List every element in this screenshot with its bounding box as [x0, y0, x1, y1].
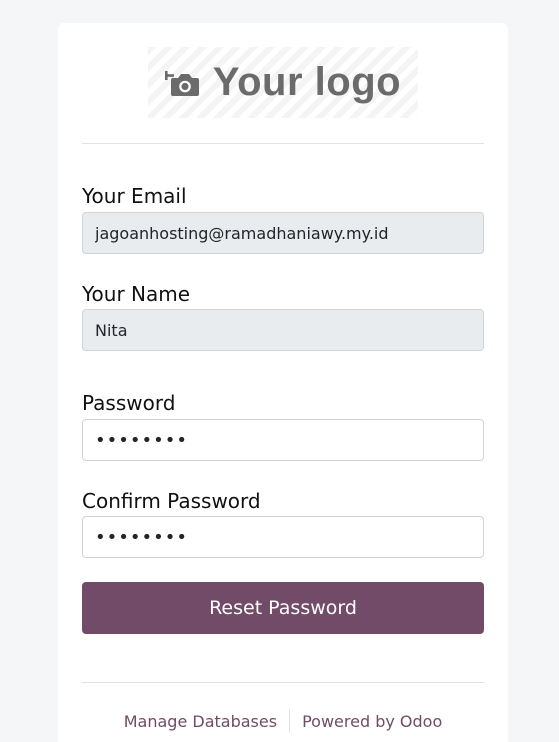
password-field[interactable] — [82, 419, 484, 461]
manage-databases-link[interactable]: Manage Databases — [124, 712, 277, 731]
email-label: Your Email — [82, 184, 187, 208]
password-label: Password — [82, 391, 176, 415]
confirm-password-label: Confirm Password — [82, 489, 261, 513]
powered-by-odoo-link[interactable]: Powered by Odoo — [302, 712, 442, 731]
bottom-divider — [82, 682, 484, 683]
email-field[interactable] — [82, 212, 484, 254]
name-field[interactable] — [82, 309, 484, 351]
reset-password-button[interactable]: Reset Password — [82, 582, 484, 634]
footer: Manage Databases Powered by Odoo — [58, 709, 508, 733]
top-divider — [82, 143, 484, 144]
company-logo: Your logo — [148, 47, 418, 118]
confirm-password-field[interactable] — [82, 516, 484, 558]
footer-separator — [289, 709, 291, 733]
name-label: Your Name — [82, 282, 191, 306]
login-card: Your logo Your Email Your Name Password … — [58, 23, 508, 742]
camera-plus-icon — [164, 70, 199, 96]
logo-text: Your logo — [212, 60, 402, 104]
